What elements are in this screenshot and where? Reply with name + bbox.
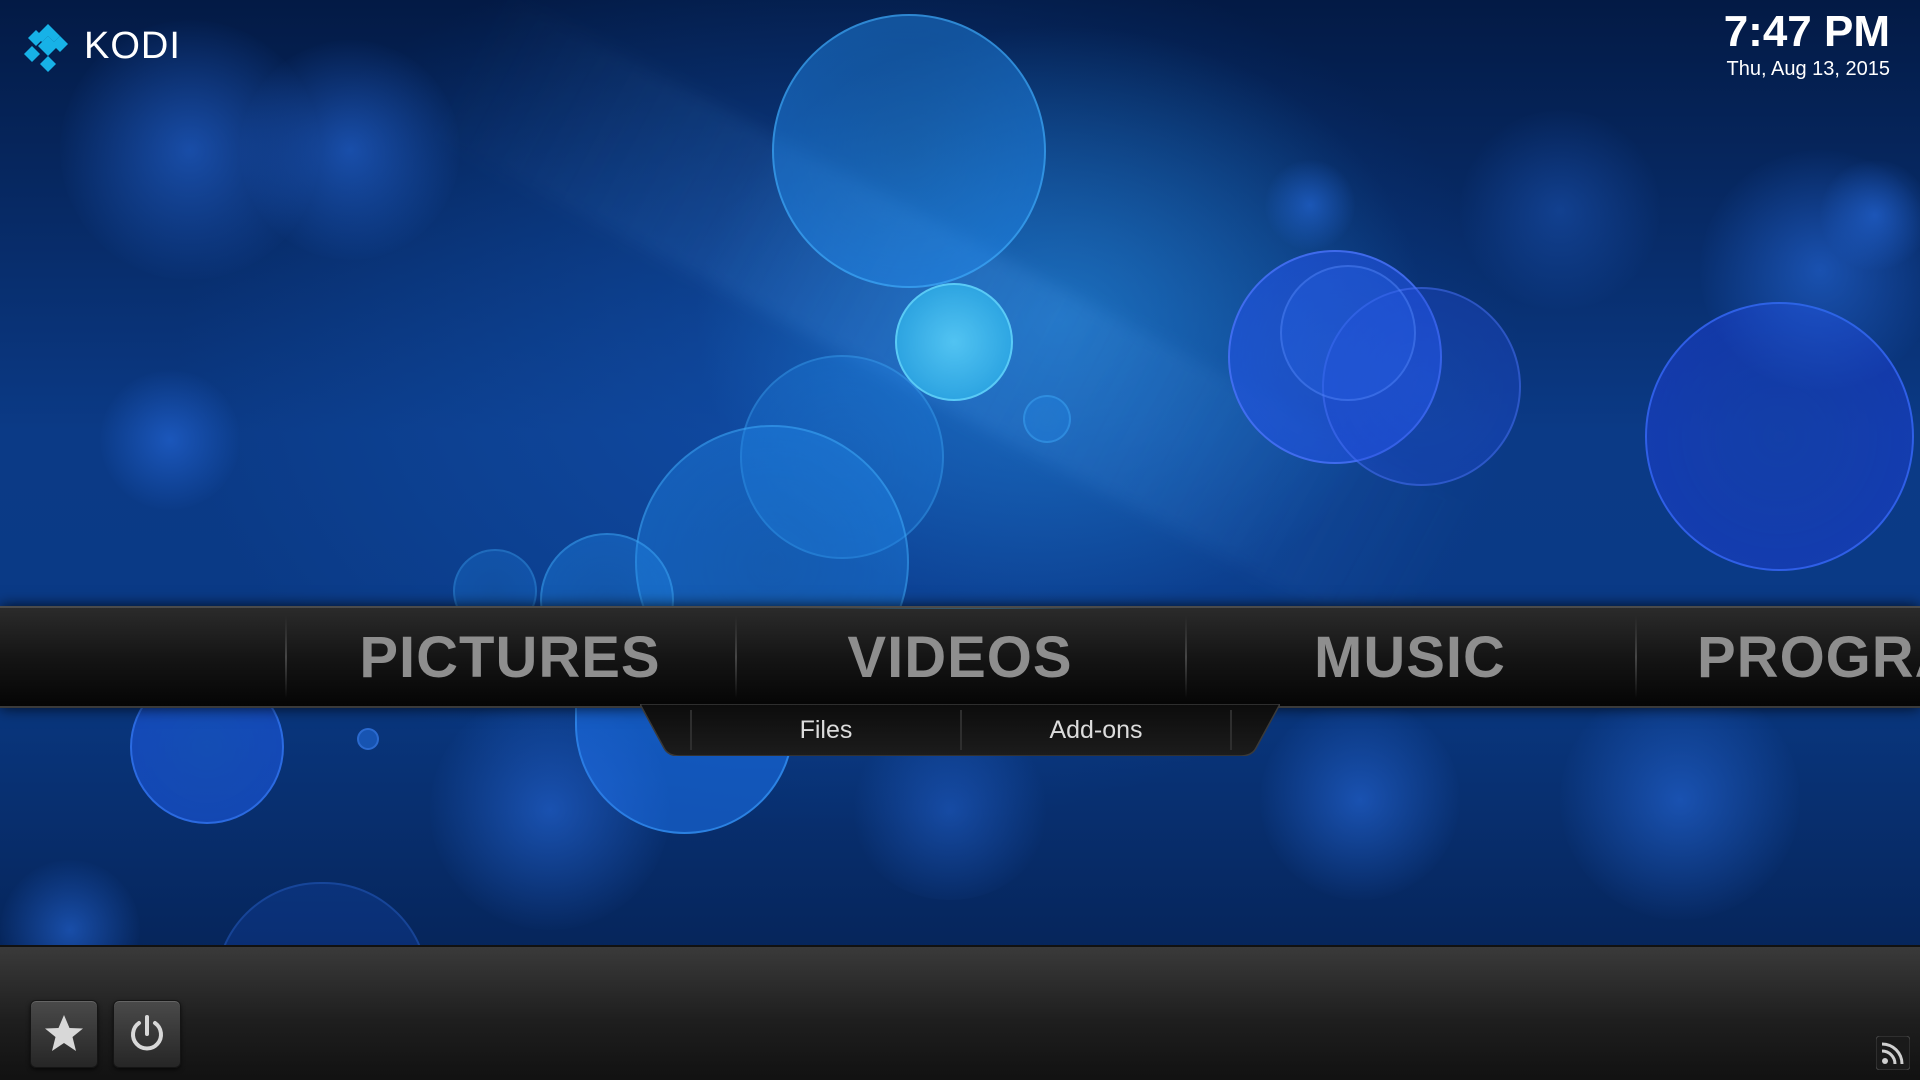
bottom-bar bbox=[0, 945, 1920, 1080]
main-menu-item-pictures[interactable]: PICTURES bbox=[285, 608, 735, 706]
rss-button[interactable] bbox=[1875, 1035, 1911, 1071]
app-name: KODI bbox=[84, 24, 181, 67]
main-menu-bar: PICTURES VIDEOS MUSIC PROGRA bbox=[0, 606, 1920, 708]
favourites-button[interactable] bbox=[30, 1000, 98, 1068]
power-icon bbox=[131, 1015, 163, 1051]
submenu-item-files[interactable]: Files bbox=[692, 704, 960, 756]
submenu-separator bbox=[1230, 710, 1232, 750]
main-menu-item-hidden[interactable] bbox=[0, 608, 285, 706]
clock: 7:47 PM Thu, Aug 13, 2015 bbox=[1723, 7, 1890, 81]
main-menu-item-music[interactable]: MUSIC bbox=[1185, 608, 1635, 706]
background bbox=[0, 0, 1920, 1080]
submenu: Files Add-ons bbox=[640, 704, 1280, 756]
star-icon bbox=[45, 1015, 83, 1051]
main-menu-item-videos[interactable]: VIDEOS bbox=[735, 608, 1185, 706]
kodi-logo-icon bbox=[24, 24, 68, 72]
rss-icon bbox=[1875, 1035, 1911, 1071]
power-button[interactable] bbox=[113, 1000, 181, 1068]
main-menu-item-programs[interactable]: PROGRA bbox=[1635, 608, 1920, 706]
kodi-home-screen: KODI 7:47 PM Thu, Aug 13, 2015 PICTURES … bbox=[0, 0, 1920, 1080]
clock-date: Thu, Aug 13, 2015 bbox=[1726, 58, 1890, 81]
kodi-logo: KODI bbox=[22, 20, 181, 72]
submenu-item-add-ons[interactable]: Add-ons bbox=[962, 704, 1230, 756]
clock-time: 7:47 PM bbox=[1723, 7, 1890, 56]
